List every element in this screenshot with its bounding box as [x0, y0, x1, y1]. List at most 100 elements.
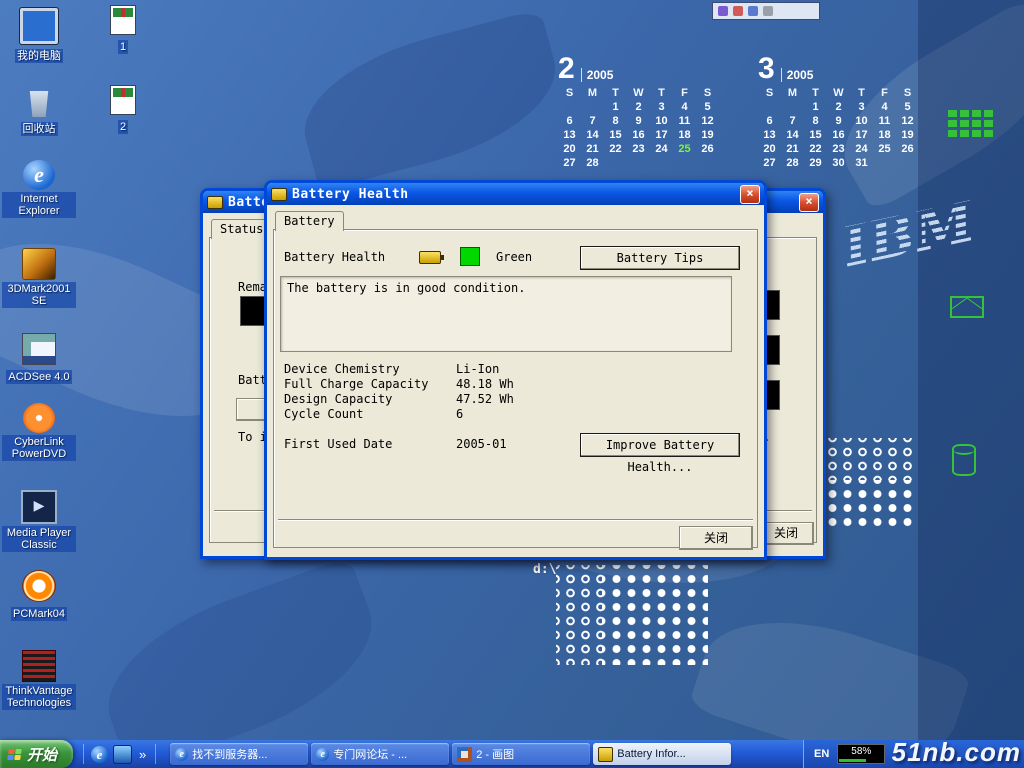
calendar-year: 2005	[781, 68, 814, 82]
paint-icon	[457, 747, 472, 762]
calendar-date	[627, 156, 650, 170]
desktop-icon-label: 3DMark2001 SE	[2, 282, 76, 308]
language-indicator[interactable]: EN	[814, 748, 829, 760]
calendar-date: 13	[758, 128, 781, 142]
close-dialog-button[interactable]: 关闭	[679, 526, 753, 550]
taskbar-task-0[interactable]: e找不到服务器...	[170, 743, 308, 765]
desktop-icon-my-computer[interactable]: 我的电脑	[2, 8, 76, 64]
calendar-date: 8	[804, 114, 827, 128]
taskbar-task-3[interactable]: Battery Infor...	[593, 743, 731, 765]
calendar-date: 2	[827, 100, 850, 114]
calendar-date: 15	[604, 128, 627, 142]
calendar-date: 24	[850, 142, 873, 156]
wallpaper-leaf	[86, 556, 394, 768]
ie-quicklaunch-icon[interactable]: e	[91, 746, 108, 763]
desktop-file-2[interactable]: 2	[96, 85, 150, 135]
close-button[interactable]	[799, 193, 819, 212]
battery-health-label: Battery Health	[284, 250, 385, 264]
mpc-icon	[21, 490, 57, 524]
calendar-day-header: S	[896, 86, 919, 100]
calendar-date: 25	[873, 142, 896, 156]
taskbar: 开始 e » e找不到服务器...e专门网论坛 - ...2 - 画图 Batte…	[0, 740, 1024, 768]
ie-icon: e	[316, 748, 329, 761]
desktop-icon-recycle-bin[interactable]: 回收站	[2, 88, 76, 137]
calendar-date: 19	[896, 128, 919, 142]
speaker-icon	[718, 6, 728, 16]
chevron-expand-icon[interactable]: »	[137, 747, 148, 762]
calendar-date: 14	[581, 128, 604, 142]
desktop-icon-mpc[interactable]: Media Player Classic	[2, 490, 76, 553]
powerdvd-icon	[23, 403, 55, 433]
calendar-date: 25	[673, 142, 696, 156]
calendar-date: 7	[581, 114, 604, 128]
task-label: Battery Infor...	[617, 748, 685, 760]
desktop-icon-3dmark2001[interactable]: 3DMark2001 SE	[2, 248, 76, 309]
osd-toolbar	[712, 2, 820, 20]
taskbar-task-1[interactable]: e专门网论坛 - ...	[311, 743, 449, 765]
calendar-day-header: F	[873, 86, 896, 100]
start-label: 开始	[27, 744, 57, 765]
desktop-icon-label: Internet Explorer	[2, 192, 76, 218]
calendar-date: 26	[896, 142, 919, 156]
start-button[interactable]: 开始	[0, 740, 73, 768]
detail-row: Full Charge Capacity 48.18 Wh	[284, 377, 724, 392]
calendar-date: 28	[781, 156, 804, 170]
condition-box: The battery is in good condition.	[280, 276, 732, 352]
calendar-date	[673, 156, 696, 170]
desktop-icon-thinkvantage[interactable]: ThinkVantage Technologies	[2, 650, 76, 711]
taskbar-task-2[interactable]: 2 - 画图	[452, 743, 590, 765]
detail-value: 48.18 Wh	[456, 377, 514, 392]
calendar-day-header: F	[673, 86, 696, 100]
wallpaper-dot-grid	[602, 565, 708, 665]
desktop-icon-acdsee[interactable]: ACDSee 4.0	[2, 333, 76, 385]
keyboard-icon	[763, 6, 773, 16]
desktop-icon-label: 回收站	[21, 122, 58, 136]
media-quicklaunch-icon[interactable]	[113, 745, 132, 764]
battery-health-titlebar[interactable]: Battery Health	[267, 183, 764, 205]
calendar-date: 18	[673, 128, 696, 142]
tray-battery-indicator[interactable]: 58%	[837, 744, 885, 764]
tab-battery[interactable]: Battery	[275, 211, 344, 231]
calendar-date	[558, 100, 581, 114]
calendar-date: 3	[650, 100, 673, 114]
improve-battery-health-button[interactable]: Improve Battery Health...	[580, 433, 740, 457]
health-value: Green	[496, 250, 532, 264]
calendar-date: 16	[627, 128, 650, 142]
calendar-date: 31	[850, 156, 873, 170]
close-button[interactable]	[740, 185, 760, 204]
calendar-date: 8	[604, 114, 627, 128]
tray-battery-percent: 58%	[851, 746, 871, 757]
calendar-date: 21	[781, 142, 804, 156]
wallpaper-dot-grid	[556, 565, 602, 665]
desktop-icon-label: CyberLink PowerDVD	[2, 435, 76, 461]
calendar-date: 24	[650, 142, 673, 156]
wallpaper-calendar-february: 22005SMTWTFS1234567891011121314151617181…	[558, 56, 719, 170]
detail-label: Design Capacity	[284, 392, 456, 407]
calendar-day-header: W	[827, 86, 850, 100]
desktop-icon-powerdvd[interactable]: CyberLink PowerDVD	[2, 403, 76, 462]
desktop-icon-internet-explorer[interactable]: Internet Explorer	[2, 160, 76, 219]
desktop-file-1[interactable]: 1	[96, 5, 150, 55]
calendar-month: 2	[558, 56, 575, 82]
task-buttons: e找不到服务器...e专门网论坛 - ...2 - 画图 Battery Info…	[166, 743, 731, 765]
desktop-file-label: 2	[118, 120, 128, 134]
desktop-icon-pcmark04[interactable]: PCMark04	[2, 570, 76, 622]
jpg-file-icon	[110, 5, 136, 35]
calendar-date: 11	[673, 114, 696, 128]
calendar-date: 22	[804, 142, 827, 156]
calendar-date: 6	[558, 114, 581, 128]
calendar-date: 27	[758, 156, 781, 170]
calendar-date: 9	[827, 114, 850, 128]
detail-value: 47.52 Wh	[456, 392, 514, 407]
wallpaper-dot-grid	[818, 438, 914, 480]
calendar-day-header: W	[627, 86, 650, 100]
battery-tips-button[interactable]: Battery Tips	[580, 246, 740, 270]
detail-value: 6	[456, 407, 463, 422]
detail-row: Device Chemistry Li-Ion	[284, 362, 724, 377]
calendar-date: 11	[873, 114, 896, 128]
recycle-bin-icon	[28, 91, 50, 117]
wallpaper-band	[918, 0, 1024, 768]
calendar-date	[781, 100, 804, 114]
calendar-date: 29	[804, 156, 827, 170]
quick-launch: e »	[73, 744, 166, 764]
